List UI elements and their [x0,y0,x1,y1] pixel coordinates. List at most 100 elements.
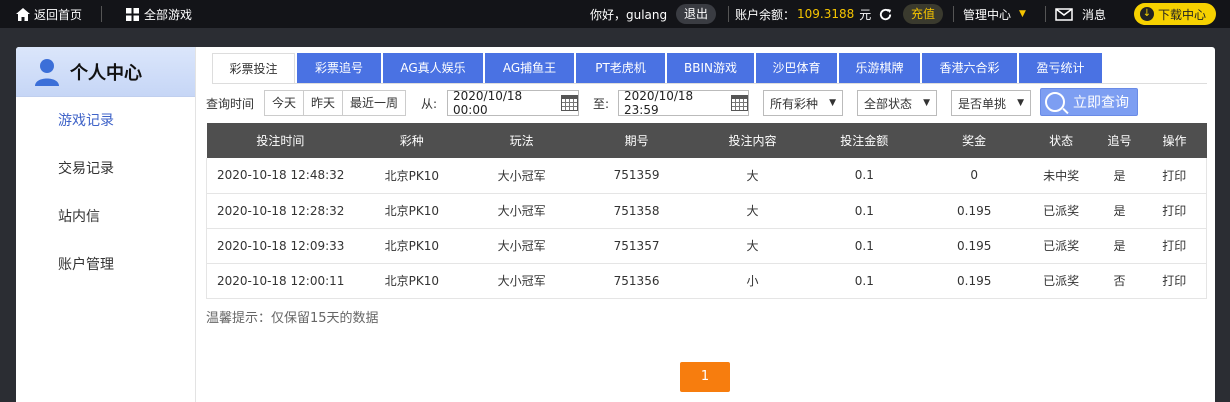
currency-label: 元 [859,7,872,22]
download-center-button[interactable]: ↓ 下载中心 [1134,3,1216,25]
print-link[interactable]: 打印 [1142,158,1207,194]
bet-time-cell: 2020-10-18 12:00:11 [206,263,355,299]
table-row: 2020-10-18 12:48:32 北京PK10 大小冠军 751359 大… [206,158,1207,194]
caret-down-icon: ▼ [1017,98,1024,108]
column-header: 彩种 [354,123,470,158]
page-button-1[interactable]: 1 [680,362,730,392]
filter-bar: 查询时间 今天 昨天 最近一周 从: 2020/10/18 00:00 至: 2… [206,88,1206,117]
table-header-row: 投注时间 彩种 玩法 期号 投注内容 投注金额 奖金 状态 追号 操作 [206,123,1207,158]
retention-tip: 温馨提示：仅保留15天的数据 [206,311,379,326]
today-button[interactable]: 今天 [265,91,305,115]
print-link[interactable]: 打印 [1142,263,1207,299]
home-label: 返回首页 [34,7,83,22]
column-header: 投注金额 [805,123,923,158]
content-area: 彩票投注 彩票追号 AG真人娱乐 AG捕鱼王 PT老虎机 BBIN游戏 沙巴体育… [197,47,1215,402]
divider [728,6,729,22]
tab-lottery-chase[interactable]: 彩票追号 [297,53,381,84]
play-cell: 大小冠军 [469,228,575,264]
recharge-button[interactable]: 充值 [903,4,944,24]
lottery-cell: 北京PK10 [354,228,470,264]
to-date-value: 2020/10/18 23:59 [624,89,694,117]
column-header: 追号 [1096,123,1143,158]
print-link[interactable]: 打印 [1142,228,1207,264]
download-icon: ↓ [1140,7,1154,21]
chase-cell: 否 [1096,263,1143,299]
tab-bar: 彩票投注 彩票追号 AG真人娱乐 AG捕鱼王 PT老虎机 BBIN游戏 沙巴体育… [212,53,1104,84]
status-cell: 未中奖 [1025,158,1097,194]
balance-area: 账户余额： 109.3188 元 [735,0,893,28]
tab-leyou-chess[interactable]: 乐游棋牌 [839,53,920,84]
column-header: 投注内容 [699,123,806,158]
status-cell: 已派奖 [1025,228,1097,264]
chase-cell: 是 [1096,228,1143,264]
bet-time-cell: 2020-10-18 12:48:32 [206,158,355,194]
yesterday-button[interactable]: 昨天 [304,91,344,115]
greeting: 你好，gulang [590,7,668,22]
logout-button[interactable]: 退出 [676,4,717,24]
grid-icon [126,7,139,21]
sidebar-item-account[interactable]: 账户管理 [16,241,195,289]
sidebar-item-game-records[interactable]: 游戏记录 [16,97,195,145]
column-header: 期号 [574,123,700,158]
column-header: 投注时间 [206,123,355,158]
single-value: 是否单挑 [958,96,1007,111]
status-select[interactable]: 全部状态 ▼ [857,90,937,116]
tab-lottery-bets[interactable]: 彩票投注 [212,53,295,84]
issue-cell: 751359 [574,158,700,194]
single-select[interactable]: 是否单挑 ▼ [951,90,1031,116]
column-header: 状态 [1025,123,1097,158]
message-link[interactable]: 消息 [1055,0,1106,28]
prize-cell: 0 [922,158,1026,194]
manage-center-menu[interactable]: 管理中心 ▼ [963,0,1026,28]
sidebar-item-inbox[interactable]: 站内信 [16,193,195,241]
last-week-button[interactable]: 最近一周 [343,91,405,115]
sidebar-item-transactions[interactable]: 交易记录 [16,145,195,193]
mail-icon [1055,7,1073,21]
calendar-icon[interactable] [561,95,578,111]
from-date-value: 2020/10/18 00:00 [453,89,523,117]
tab-hk-mark-six[interactable]: 香港六合彩 [922,53,1017,84]
sidebar-menu: 游戏记录 交易记录 站内信 账户管理 [16,97,195,289]
home-icon [16,7,30,21]
tab-ag-fishing[interactable]: AG捕鱼王 [485,53,574,84]
amount-cell: 0.1 [805,193,923,229]
play-cell: 大小冠军 [469,263,575,299]
tab-pt-slots[interactable]: PT老虎机 [576,53,665,84]
divider [101,6,102,22]
to-label: 至: [593,96,610,111]
from-date-input[interactable]: 2020/10/18 00:00 [447,89,579,117]
tab-profit-stats[interactable]: 盈亏统计 [1019,53,1102,84]
chase-cell: 是 [1096,193,1143,229]
caret-down-icon: ▼ [829,98,836,108]
quick-range-group: 今天 昨天 最近一周 [264,90,407,116]
sidebar: 个人中心 游戏记录 交易记录 站内信 账户管理 [16,47,196,402]
caret-down-icon: ▼ [923,98,930,108]
refresh-icon[interactable] [878,7,893,22]
play-cell: 大小冠军 [469,193,575,229]
lottery-type-value: 所有彩种 [770,96,819,111]
print-link[interactable]: 打印 [1142,193,1207,229]
sidebar-header: 个人中心 [16,47,195,97]
home-link[interactable]: 返回首页 [16,0,82,28]
all-games-link[interactable]: 全部游戏 [126,0,192,28]
status-value: 全部状态 [864,96,913,111]
top-bar: 返回首页 全部游戏 你好，gulang 退出 账户余额： 109.3188 元 … [0,0,1230,28]
tab-saba-sports[interactable]: 沙巴体育 [756,53,837,84]
message-label: 消息 [1082,7,1107,22]
query-button[interactable]: 立即查询 [1040,88,1138,116]
tab-ag-live[interactable]: AG真人娱乐 [383,53,483,84]
tab-bbin[interactable]: BBIN游戏 [667,53,754,84]
content-cell: 大 [699,228,806,264]
lottery-type-select[interactable]: 所有彩种 ▼ [763,90,843,116]
to-date-input[interactable]: 2020/10/18 23:59 [618,89,749,117]
query-button-label: 立即查询 [1073,95,1129,111]
query-time-label: 查询时间 [206,96,255,111]
tab-underline [212,83,1207,84]
issue-cell: 751358 [574,193,700,229]
prize-cell: 0.195 [922,263,1026,299]
amount-cell: 0.1 [805,158,923,194]
balance-value: 109.3188 [797,7,855,21]
content-cell: 大 [699,193,806,229]
calendar-icon[interactable] [731,95,748,111]
lottery-cell: 北京PK10 [354,158,470,194]
